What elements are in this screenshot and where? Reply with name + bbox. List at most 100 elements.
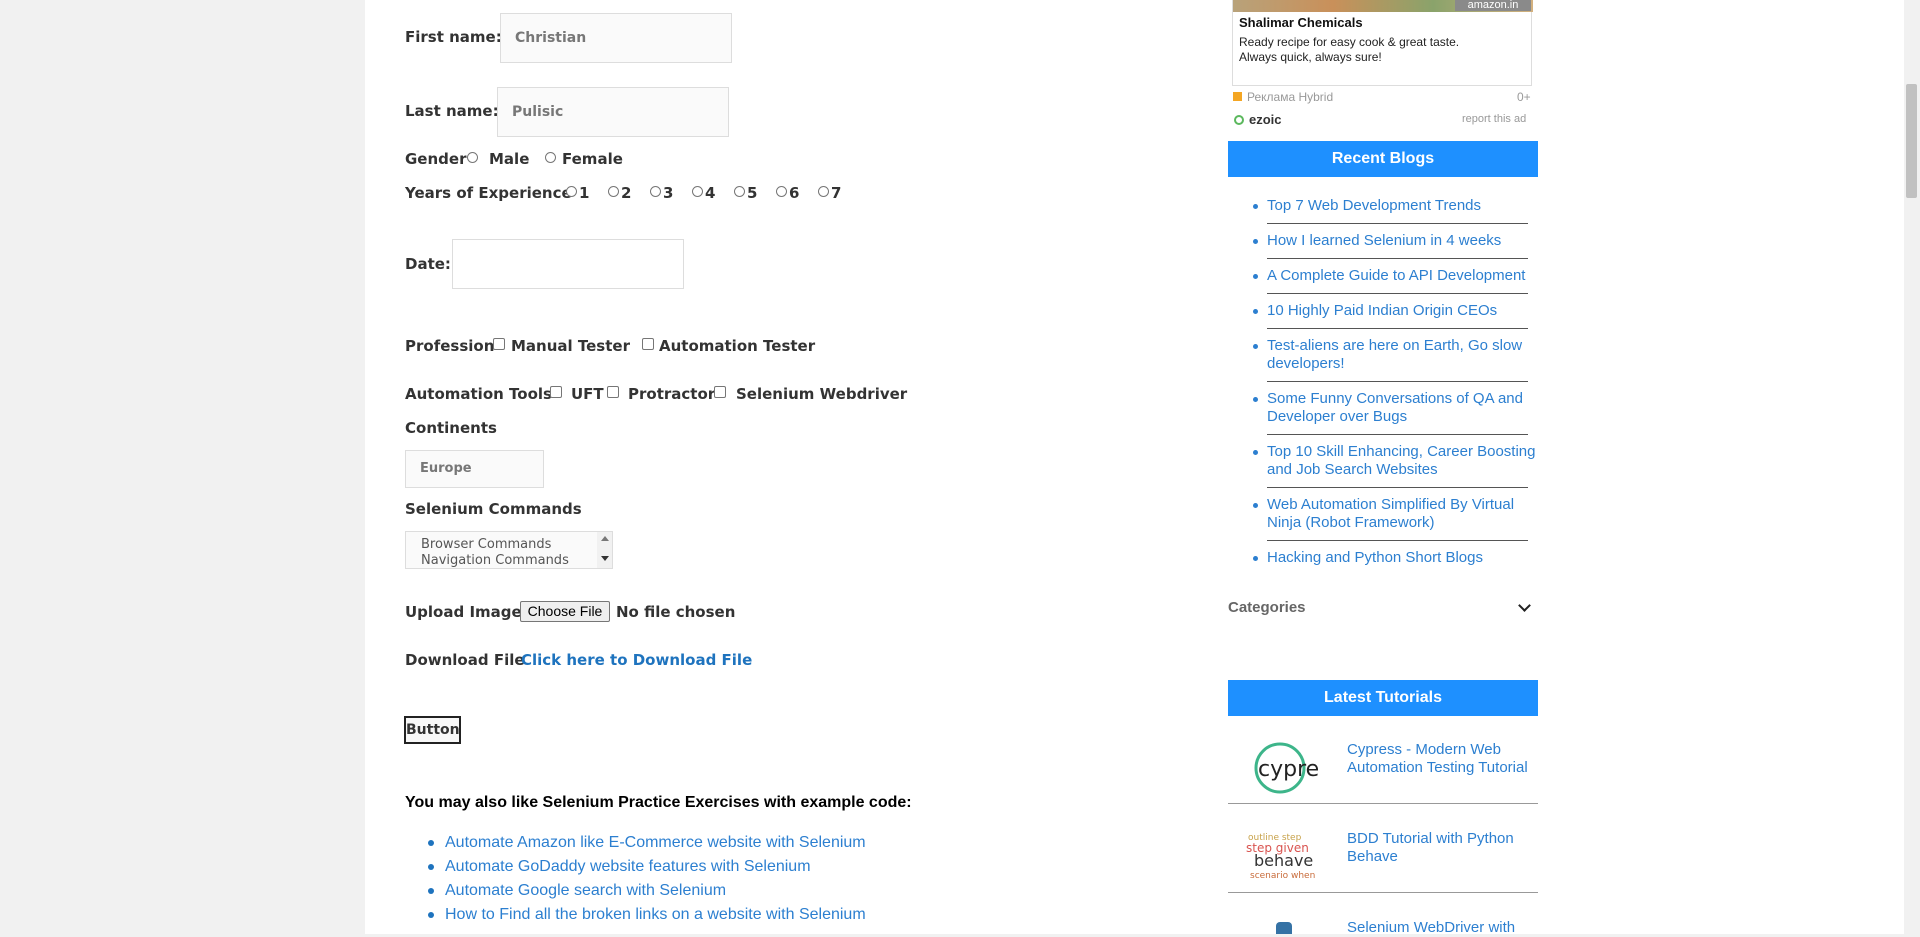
list-bullet <box>428 864 434 870</box>
tutorial-link[interactable]: BDD Tutorial with Python Behave <box>1347 830 1533 866</box>
list-bullet <box>1253 239 1258 244</box>
divider <box>1267 381 1528 382</box>
list-bullet <box>1253 344 1258 349</box>
blog-link[interactable]: Top 10 Skill Enhancing, Career Boosting … <box>1267 443 1537 479</box>
gender-male-label: Male <box>489 150 530 168</box>
tutorial-link[interactable]: Cypress - Modern Web Automation Testing … <box>1347 741 1533 777</box>
experience-radio-4[interactable] <box>692 186 703 197</box>
gender-female-radio[interactable] <box>545 152 556 163</box>
divider <box>1228 803 1538 804</box>
experience-radio-2[interactable] <box>608 186 619 197</box>
profession-automation-label: Automation Tester <box>659 337 816 355</box>
blog-link[interactable]: How I learned Selenium in 4 weeks <box>1267 232 1501 250</box>
first-name-input[interactable]: Christian <box>500 13 732 63</box>
ad-age: 0+ <box>1517 90 1531 104</box>
divider <box>1228 892 1538 893</box>
commands-scrollbar[interactable] <box>597 532 612 568</box>
ezoic-icon <box>1234 115 1244 125</box>
list-bullet <box>428 840 434 846</box>
list-bullet <box>1253 274 1258 279</box>
list-bullet <box>1253 397 1258 402</box>
python-logo-icon <box>1276 922 1292 934</box>
profession-automation-checkbox[interactable] <box>642 338 654 350</box>
recent-blogs-title: Recent Blogs <box>1228 141 1538 177</box>
blog-link[interactable]: Web Automation Simplified By Virtual Nin… <box>1267 496 1527 532</box>
gender-female-label: Female <box>562 150 623 168</box>
experience-option-1: 1 <box>579 184 590 202</box>
experience-label: Years of Experience <box>405 184 572 202</box>
svg-text:behave: behave <box>1254 851 1313 870</box>
last-name-input[interactable]: Pulisic <box>497 87 729 137</box>
experience-option-4: 4 <box>705 184 716 202</box>
profession-manual-checkbox[interactable] <box>493 338 505 350</box>
commands-option-navigation[interactable]: Navigation Commands <box>421 553 569 568</box>
svg-text:cypress: cypress <box>1258 757 1320 782</box>
report-ad-link[interactable]: report this ad <box>1462 113 1526 125</box>
continents-select[interactable]: Europe <box>405 450 544 488</box>
tutorial-link[interactable]: Selenium WebDriver with <box>1347 919 1533 937</box>
divider <box>1267 293 1528 294</box>
behave-logo-icon: outline step step given behave scenario … <box>1244 826 1332 882</box>
tools-label: Automation Tools <box>405 385 552 403</box>
first-name-label: First name: <box>405 28 502 46</box>
latest-tutorials-title: Latest Tutorials <box>1228 680 1538 716</box>
blog-link[interactable]: A Complete Guide to API Development <box>1267 267 1525 285</box>
download-link[interactable]: Click here to Download File <box>521 651 752 669</box>
experience-option-2: 2 <box>621 184 632 202</box>
list-bullet <box>1253 309 1258 314</box>
blog-link[interactable]: Some Funny Conversations of QA and Devel… <box>1267 390 1527 426</box>
ezoic-logo: ezoic <box>1249 112 1282 127</box>
download-label: Download File <box>405 651 525 669</box>
blog-link[interactable]: Hacking and Python Short Blogs <box>1267 549 1483 567</box>
choose-file-button[interactable]: Choose File <box>520 601 610 622</box>
ad-text-1: Ready recipe for easy cook & great taste… <box>1239 35 1460 49</box>
cypress-logo-icon: cypress <box>1254 740 1342 796</box>
list-bullet <box>1253 503 1258 508</box>
divider <box>1267 328 1528 329</box>
blog-link[interactable]: Top 7 Web Development Trends <box>1267 197 1481 215</box>
tools-selenium-checkbox[interactable] <box>714 386 726 398</box>
experience-option-3: 3 <box>663 184 674 202</box>
experience-radio-6[interactable] <box>776 186 787 197</box>
commands-label: Selenium Commands <box>405 500 582 518</box>
scroll-down-icon[interactable] <box>601 556 609 561</box>
ad-brand: amazon.in <box>1455 0 1531 11</box>
ad-text-2: Always quick, always sure! <box>1239 50 1382 64</box>
experience-option-5: 5 <box>747 184 758 202</box>
profession-label: Profession <box>405 337 495 355</box>
experience-radio-1[interactable] <box>566 186 577 197</box>
also-like-item[interactable]: Automate GoDaddy website features with S… <box>445 858 811 876</box>
ad-network: Реклама Hybrid <box>1247 90 1334 104</box>
also-like-item[interactable]: Automate Amazon like E-Commerce website … <box>445 834 866 852</box>
scroll-up-icon[interactable] <box>601 536 609 541</box>
experience-radio-7[interactable] <box>818 186 829 197</box>
tools-uft-label: UFT <box>571 385 604 403</box>
svg-text:scenario when: scenario when <box>1250 871 1315 881</box>
commands-listbox[interactable]: Browser Commands Navigation Commands <box>405 531 613 569</box>
page-scrollbar-thumb[interactable] <box>1906 84 1917 198</box>
blog-link[interactable]: 10 Highly Paid Indian Origin CEOs <box>1267 302 1497 320</box>
tools-uft-checkbox[interactable] <box>550 386 562 398</box>
also-like-item[interactable]: How to Find all the broken links on a we… <box>445 906 866 924</box>
categories-label[interactable]: Categories <box>1228 599 1306 616</box>
profession-manual-label: Manual Tester <box>511 337 630 355</box>
list-bullet <box>1253 450 1258 455</box>
form-button[interactable]: Button <box>404 716 461 744</box>
also-like-item[interactable]: Automate Google search with Selenium <box>445 882 726 900</box>
also-like-heading: You may also like Selenium Practice Exer… <box>405 794 912 811</box>
tools-protractor-checkbox[interactable] <box>607 386 619 398</box>
gender-male-radio[interactable] <box>467 152 478 163</box>
commands-option-browser[interactable]: Browser Commands <box>421 537 551 553</box>
ad-network-icon <box>1233 92 1242 101</box>
date-input[interactable] <box>452 239 684 289</box>
blog-link[interactable]: Test-aliens are here on Earth, Go slow d… <box>1267 337 1527 373</box>
experience-radio-5[interactable] <box>734 186 745 197</box>
ad-title: Shalimar Chemicals <box>1239 15 1363 30</box>
list-bullet <box>1253 556 1258 561</box>
experience-option-6: 6 <box>789 184 800 202</box>
list-bullet <box>428 888 434 894</box>
list-bullet <box>428 912 434 918</box>
upload-label: Upload Image <box>405 603 522 621</box>
ad-card[interactable]: amazon.in Shalimar Chemicals Ready recip… <box>1232 0 1533 86</box>
experience-radio-3[interactable] <box>650 186 661 197</box>
